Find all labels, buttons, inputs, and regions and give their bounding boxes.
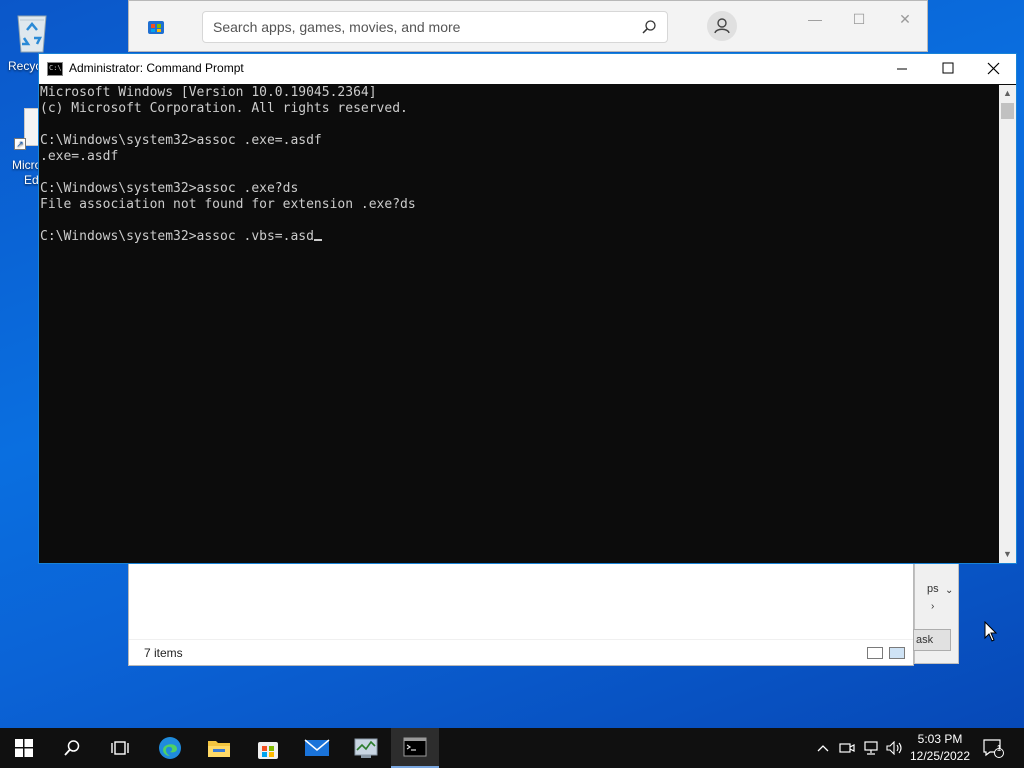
taskbar-store-button[interactable] [244, 728, 292, 768]
chevron-up-icon [817, 745, 829, 752]
cmd-app-icon: C:\ [47, 62, 63, 76]
taskbar-clock[interactable]: 5:03 PM 12/25/2022 [906, 731, 974, 765]
volume-button[interactable] [884, 728, 906, 768]
taskbar-mail-button[interactable] [293, 728, 341, 768]
console-scrollbar[interactable]: ▲ ▼ [999, 85, 1016, 563]
edge-shortcut-label-1: Micro [12, 158, 42, 172]
end-task-label: ask [916, 634, 934, 646]
taskbar-search-button[interactable] [48, 728, 96, 768]
recycle-bin-icon-glyph [17, 15, 47, 53]
network-button[interactable] [860, 728, 882, 768]
command-prompt-icon [403, 737, 427, 757]
details-view-icon[interactable] [867, 647, 883, 659]
account-avatar[interactable] [707, 11, 737, 41]
text-caret [313, 239, 322, 241]
chevron-right-icon[interactable]: › [931, 601, 934, 612]
taskbar-task-manager-button[interactable] [342, 728, 390, 768]
end-task-button[interactable]: ask [913, 629, 951, 651]
cmd-window-title: Administrator: Command Prompt [69, 61, 244, 75]
edge-browser-icon [159, 737, 181, 759]
minimize-icon [897, 68, 907, 70]
notification-count: 1 [996, 744, 1002, 753]
explorer-window[interactable]: 7 items [128, 562, 914, 666]
console-output[interactable]: Microsoft Windows [Version 10.0.19045.23… [40, 85, 1000, 563]
meet-now-button[interactable] [836, 728, 858, 768]
store-minimize-button[interactable]: — [805, 9, 825, 29]
clock-time: 5:03 PM [917, 732, 963, 746]
action-center-button[interactable]: 1 [978, 728, 1008, 768]
task-view-button[interactable] [96, 728, 144, 768]
console-line: (c) Microsoft Corporation. All rights re… [40, 101, 408, 116]
recycle-bin-label: Recyc [8, 59, 42, 73]
folder-icon [208, 741, 230, 757]
console-line: .exe=.asdf [40, 149, 119, 164]
task-view-icon [111, 741, 129, 755]
explorer-item-count: 7 items [144, 646, 183, 660]
search-icon [64, 740, 80, 756]
store-bag-icon [258, 742, 278, 759]
volume-icon [886, 741, 902, 755]
taskbar-explorer-button[interactable] [195, 728, 243, 768]
large-icons-view-icon[interactable] [889, 647, 905, 659]
clock-date: 12/25/2022 [909, 749, 971, 763]
cmd-close-button[interactable] [970, 54, 1016, 84]
start-button[interactable] [0, 728, 48, 768]
cmd-minimize-button[interactable] [879, 54, 925, 84]
user-icon [714, 18, 730, 34]
shortcut-arrow-icon: ↗ [14, 138, 26, 150]
console-line: C:\Windows\system32>assoc .exe?ds [40, 181, 299, 196]
store-window[interactable]: Search apps, games, movies, and more — ☐… [128, 0, 928, 52]
cmd-titlebar[interactable]: C:\ Administrator: Command Prompt [39, 54, 1016, 84]
scroll-up-arrow-icon[interactable]: ▲ [999, 85, 1016, 102]
taskbar-edge-button[interactable] [146, 728, 194, 768]
console-line: C:\Windows\system32>assoc .vbs=.asd [40, 229, 1000, 245]
edge-shortcut-label-2: Ed [24, 173, 39, 187]
explorer-status-bar: 7 items [129, 639, 913, 665]
recycle-bin-icon[interactable]: Recyc [8, 8, 56, 73]
maximize-icon [942, 62, 954, 74]
show-hidden-icons-button[interactable] [812, 728, 834, 768]
network-icon [864, 741, 878, 755]
store-search-placeholder: Search apps, games, movies, and more [213, 19, 461, 35]
mail-icon [304, 739, 330, 756]
console-line: File association not found for extension… [40, 197, 416, 212]
task-manager-text: ps [927, 583, 939, 595]
explorer-view-switch [867, 647, 905, 659]
task-manager-window-fragment[interactable]: ps ⌄ › ask [913, 562, 959, 664]
cmd-window[interactable]: C:\ Administrator: Command Prompt Micros… [38, 53, 1017, 564]
taskbar-cmd-button[interactable] [391, 728, 439, 768]
scrollbar-thumb[interactable] [1001, 103, 1014, 119]
cmd-maximize-button[interactable] [925, 54, 971, 84]
camera-icon [839, 743, 855, 753]
task-manager-icon [354, 738, 378, 758]
scroll-down-arrow-icon[interactable]: ▼ [999, 546, 1016, 563]
console-line: C:\Windows\system32>assoc .exe=.asdf [40, 133, 322, 148]
store-bag-icon [148, 21, 164, 34]
taskbar: 5:03 PM 12/25/2022 1 [0, 728, 1024, 768]
console-line: Microsoft Windows [Version 10.0.19045.23… [40, 85, 377, 100]
windows-logo-icon [15, 739, 33, 757]
chevron-down-icon[interactable]: ⌄ [945, 585, 953, 596]
store-maximize-button[interactable]: ☐ [849, 9, 869, 29]
search-icon[interactable] [641, 19, 657, 35]
store-close-button[interactable]: ✕ [895, 9, 915, 29]
store-search-input[interactable]: Search apps, games, movies, and more [202, 11, 668, 43]
mouse-cursor-icon [984, 621, 998, 642]
close-icon [987, 62, 1000, 75]
